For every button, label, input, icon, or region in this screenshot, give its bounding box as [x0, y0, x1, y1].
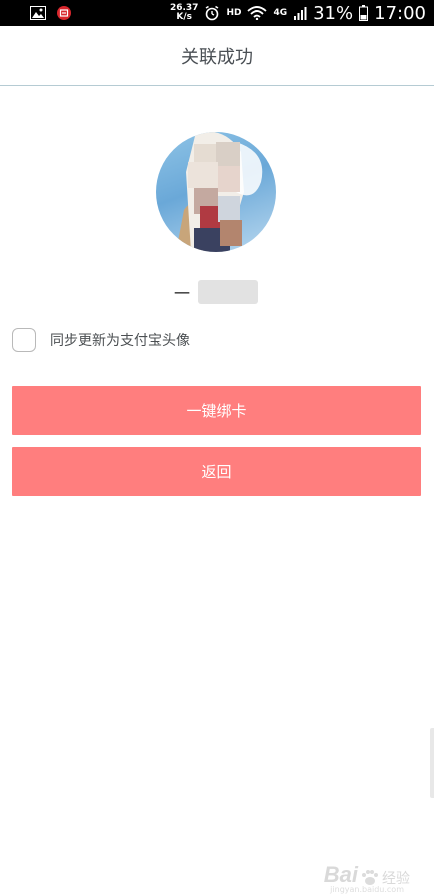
- network-speed: 26.37 K/s: [170, 4, 198, 22]
- alarm-icon: [204, 5, 220, 21]
- clock: 17:00: [374, 2, 426, 24]
- sync-avatar-checkbox[interactable]: [12, 328, 36, 352]
- signal-icon: [293, 6, 307, 20]
- status-bar: 26.37 K/s HD 4G 31% 17:00: [0, 0, 434, 26]
- battery-percent: 31%: [313, 2, 354, 24]
- edge-panel-handle[interactable]: [430, 728, 434, 798]
- avatar-image: [176, 132, 263, 252]
- sync-avatar-label: 同步更新为支付宝头像: [50, 333, 190, 349]
- back-button[interactable]: 返回: [12, 447, 421, 496]
- status-bar-left: [30, 5, 72, 21]
- hd-label: HD: [226, 8, 242, 18]
- bind-card-label: 一键绑卡: [186, 402, 247, 420]
- watermark-url: jingyan.baidu.com: [330, 885, 404, 894]
- app-header: 关联成功: [0, 26, 434, 86]
- notification-app-icon: [56, 5, 72, 21]
- battery-icon: [359, 5, 369, 21]
- nickname-redaction: [198, 280, 258, 304]
- status-bar-right: 26.37 K/s HD 4G 31% 17:00: [170, 3, 426, 24]
- sync-avatar-row[interactable]: 同步更新为支付宝头像: [12, 328, 190, 352]
- nickname: 一: [173, 284, 190, 303]
- wifi-icon: [247, 6, 268, 20]
- network-type-label: 4G: [273, 8, 288, 18]
- back-label: 返回: [201, 463, 232, 481]
- bind-card-button[interactable]: 一键绑卡: [12, 386, 421, 435]
- avatar: [156, 132, 276, 252]
- gallery-icon: [30, 6, 46, 20]
- page-title: 关联成功: [181, 46, 253, 68]
- speed-unit: K/s: [176, 12, 193, 22]
